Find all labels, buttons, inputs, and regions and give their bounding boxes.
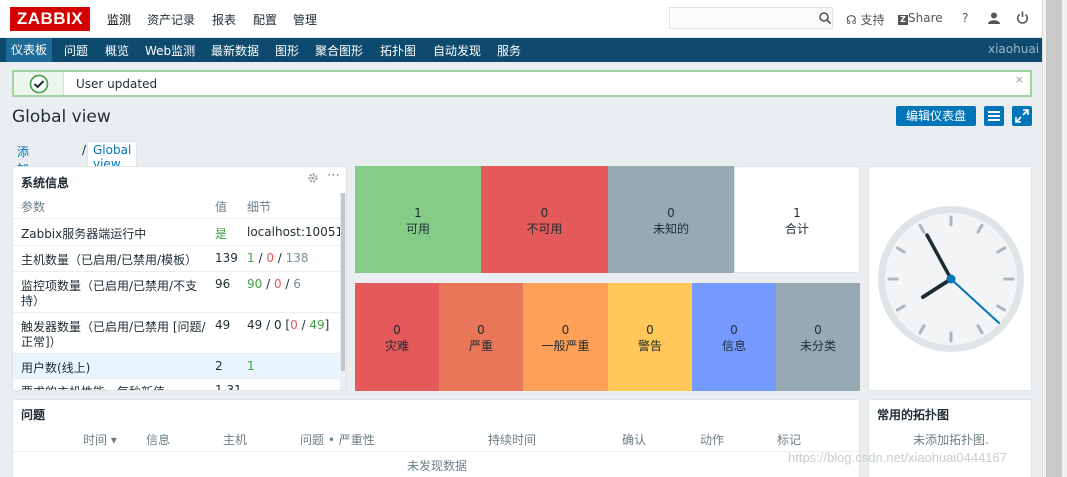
widget-title: 系统信息 xyxy=(21,176,70,190)
problems-by-severity-widget: 0 灾难 0 严重 0 一般严重 0 警告 0 信息 0 未分类 xyxy=(355,283,860,391)
column-header: 值 xyxy=(215,200,228,214)
availability-total[interactable]: 1 合计 xyxy=(734,166,860,273)
nav-screens[interactable]: 聚合图形 xyxy=(315,42,363,59)
column-header: 确认 xyxy=(622,433,647,447)
table-row: 主机数量（已启用/已禁用/模板） 139 1 / 0 / 138 xyxy=(13,245,340,271)
column-header: 标记 xyxy=(777,433,802,447)
headset-icon: ☊ xyxy=(846,13,857,27)
page-title: Global view xyxy=(12,107,111,127)
table-row: 监控项数量（已启用/已禁用/不支 持） 96 90 / 0 / 6 xyxy=(13,271,340,312)
menu-reports[interactable]: 报表 xyxy=(212,11,236,28)
fullscreen-icon xyxy=(1015,109,1029,123)
nav-graphs[interactable]: 图形 xyxy=(275,42,299,59)
severity-information[interactable]: 0 信息 xyxy=(692,283,776,391)
severity-high[interactable]: 0 严重 xyxy=(439,283,523,391)
menu-administration[interactable]: 管理 xyxy=(293,11,317,28)
column-header: 信息 xyxy=(146,433,171,447)
column-header-time[interactable]: 时间 ▾ xyxy=(83,431,117,448)
menu-monitoring[interactable]: 监测 xyxy=(107,11,131,28)
severity-warning[interactable]: 0 警告 xyxy=(608,283,692,391)
nav-problems[interactable]: 问题 xyxy=(64,42,88,59)
menu-inventory[interactable]: 资产记录 xyxy=(147,11,195,28)
menu-configuration[interactable]: 配置 xyxy=(253,11,277,28)
list-icon xyxy=(988,111,1000,121)
nav-latest-data[interactable]: 最新数据 xyxy=(211,42,259,59)
nav-overview[interactable]: 概览 xyxy=(105,42,129,59)
username-label: xiaohuai xyxy=(988,42,1040,56)
more-options-icon[interactable]: ⋯ xyxy=(327,168,340,183)
support-link[interactable]: ☊ 支持 xyxy=(846,11,885,28)
empty-message: 未添加拓扑图. xyxy=(913,433,989,447)
column-header: 动作 xyxy=(700,433,725,447)
empty-message: 未发现数据 xyxy=(407,459,468,473)
widget-title: 问题 xyxy=(21,408,46,422)
table-row: 要求的主机性能，每秒新值 1.31 xyxy=(13,378,340,390)
clock-face xyxy=(878,206,1024,352)
share-icon: Z xyxy=(898,15,908,25)
search-input[interactable] xyxy=(669,7,833,29)
user-profile-icon[interactable] xyxy=(988,12,1000,24)
nav-services[interactable]: 服务 xyxy=(497,42,521,59)
severity-not-classified[interactable]: 0 未分类 xyxy=(776,283,860,391)
clock-widget xyxy=(868,166,1032,391)
dashboard-list-button[interactable] xyxy=(984,106,1004,126)
severity-average[interactable]: 0 一般严重 xyxy=(523,283,608,391)
sub-navigation: 仪表板 问题 概览 Web监测 最新数据 图形 聚合图形 拓扑图 自动发现 服务… xyxy=(0,38,1042,62)
widget-scrollbar-thumb[interactable] xyxy=(341,193,345,371)
logout-icon[interactable] xyxy=(1016,11,1029,24)
zabbix-logo[interactable]: ZABBIX xyxy=(10,7,90,31)
scrollbar-thumb[interactable] xyxy=(1046,0,1062,477)
column-header: 持续时间 xyxy=(488,433,537,447)
gear-icon[interactable] xyxy=(307,172,319,184)
table-row: 触发器数量（已启用/已禁用 [问题/ 正常]） 49 49 / 0 [0 / 4… xyxy=(13,312,340,353)
close-message-button[interactable]: × xyxy=(1015,73,1024,86)
column-header: 参数 xyxy=(21,200,46,214)
search-icon[interactable] xyxy=(818,11,832,25)
table-row: 用户数(线上) 2 1 xyxy=(13,353,340,378)
availability-unknown[interactable]: 0 未知的 xyxy=(608,166,734,273)
availability-available[interactable]: 1 可用 xyxy=(355,166,481,273)
nav-discovery[interactable]: 自动发现 xyxy=(433,42,481,59)
system-info-widget: 系统信息 ⋯ 参数 值 细节 Zabbix服务器端运行中 是 localhost… xyxy=(12,166,347,391)
column-header: 问题 • 严重性 xyxy=(300,433,375,447)
nav-dashboard[interactable]: 仪表板 xyxy=(6,38,53,62)
success-message: User updated × xyxy=(12,70,1032,97)
severity-disaster[interactable]: 0 灾难 xyxy=(355,283,439,391)
column-header: 主机 xyxy=(223,433,248,447)
check-circle-icon xyxy=(29,74,49,94)
column-header: 细节 xyxy=(247,200,272,214)
fullscreen-button[interactable] xyxy=(1012,106,1032,126)
availability-unavailable[interactable]: 0 不可用 xyxy=(481,166,608,273)
problems-widget: 问题 时间 ▾ 信息 主机 问题 • 严重性 持续时间 确认 动作 标记 未发现… xyxy=(12,399,860,477)
nav-maps[interactable]: 拓扑图 xyxy=(380,42,416,59)
share-link[interactable]: Z Share xyxy=(898,11,943,25)
top-bar: ZABBIX 监测 资产记录 报表 配置 管理 ☊ 支持 Z Share ? xyxy=(0,0,1042,38)
favourite-maps-widget: 常用的拓扑图 未添加拓扑图. xyxy=(868,399,1032,477)
help-button[interactable]: ? xyxy=(962,11,968,25)
watermark: https://blog.csdn.net/xiaohuai0444167 xyxy=(788,450,1008,465)
edit-dashboard-button[interactable]: 编辑仪表盘 xyxy=(896,106,976,126)
host-availability-widget: 1 可用 0 不可用 0 未知的 1 合计 xyxy=(355,166,860,273)
widget-title: 常用的拓扑图 xyxy=(877,408,950,422)
message-text: User updated xyxy=(76,77,158,91)
breadcrumb-separator: / xyxy=(82,143,87,157)
table-row: Zabbix服务器端运行中 是 localhost:10051 xyxy=(13,218,343,245)
nav-web[interactable]: Web监测 xyxy=(145,42,195,59)
